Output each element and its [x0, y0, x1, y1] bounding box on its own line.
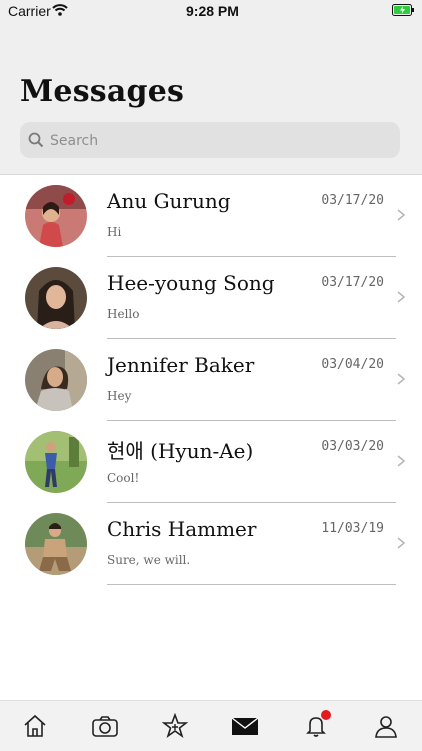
- search-icon: [28, 132, 44, 148]
- tab-profile[interactable]: [371, 711, 401, 741]
- contact-name: Jennifer Baker: [107, 353, 255, 377]
- contact-name: Hee-young Song: [107, 271, 275, 295]
- tab-favorites[interactable]: [160, 711, 190, 741]
- contact-name: 현애 (Hyun-Ae): [107, 439, 254, 463]
- avatar: [25, 513, 87, 575]
- tab-notifications[interactable]: [301, 710, 331, 741]
- message-date: 03/04/20: [321, 357, 384, 372]
- star-icon: [162, 713, 188, 739]
- message-date: 03/03/20: [321, 439, 384, 454]
- conversation-list: Anu Gurung 03/17/20 Hi Hee-young Song 03…: [0, 174, 422, 585]
- home-icon: [24, 714, 46, 737]
- message-date: 03/17/20: [321, 193, 384, 208]
- battery-icon: [392, 4, 414, 16]
- message-preview: Hey: [107, 389, 132, 403]
- chevron-right-icon: [397, 373, 406, 385]
- message-date: 03/17/20: [321, 275, 384, 290]
- status-time: 9:28 PM: [186, 3, 239, 19]
- contact-name: Chris Hammer: [107, 517, 257, 541]
- message-preview: Cool!: [107, 471, 140, 485]
- chevron-right-icon: [397, 209, 406, 221]
- conversation-row[interactable]: Chris Hammer 11/03/19 Sure, we will.: [0, 503, 422, 585]
- tab-camera[interactable]: [90, 711, 120, 741]
- carrier-label: Carrier: [8, 3, 51, 19]
- camera-icon: [92, 716, 118, 737]
- tab-bar: [0, 700, 422, 751]
- status-bar: Carrier 9:28 PM: [0, 0, 422, 24]
- contact-name: Anu Gurung: [107, 189, 231, 213]
- tab-home[interactable]: [20, 711, 50, 741]
- search-bar[interactable]: [20, 122, 400, 160]
- message-date: 11/03/19: [321, 521, 384, 536]
- chevron-right-icon: [397, 537, 406, 549]
- avatar: [25, 267, 87, 329]
- search-input[interactable]: [48, 122, 392, 160]
- mail-icon: [231, 717, 259, 735]
- profile-icon: [375, 716, 397, 738]
- avatar: [25, 185, 87, 247]
- message-preview: Sure, we will.: [107, 553, 191, 567]
- message-preview: Hi: [107, 225, 122, 239]
- notification-badge: [321, 710, 331, 720]
- page-title: Messages: [20, 74, 185, 109]
- conversation-row[interactable]: Anu Gurung 03/17/20 Hi: [0, 175, 422, 257]
- avatar: [25, 349, 87, 411]
- conversation-row[interactable]: Hee-young Song 03/17/20 Hello: [0, 257, 422, 339]
- tab-messages[interactable]: [230, 711, 260, 741]
- wifi-icon: [52, 4, 68, 16]
- divider: [107, 584, 396, 585]
- header: Messages: [0, 24, 422, 174]
- conversation-row[interactable]: 현애 (Hyun-Ae) 03/03/20 Cool!: [0, 421, 422, 503]
- chevron-right-icon: [397, 291, 406, 303]
- conversation-row[interactable]: Jennifer Baker 03/04/20 Hey: [0, 339, 422, 421]
- message-preview: Hello: [107, 307, 140, 321]
- avatar: [25, 431, 87, 493]
- chevron-right-icon: [397, 455, 406, 467]
